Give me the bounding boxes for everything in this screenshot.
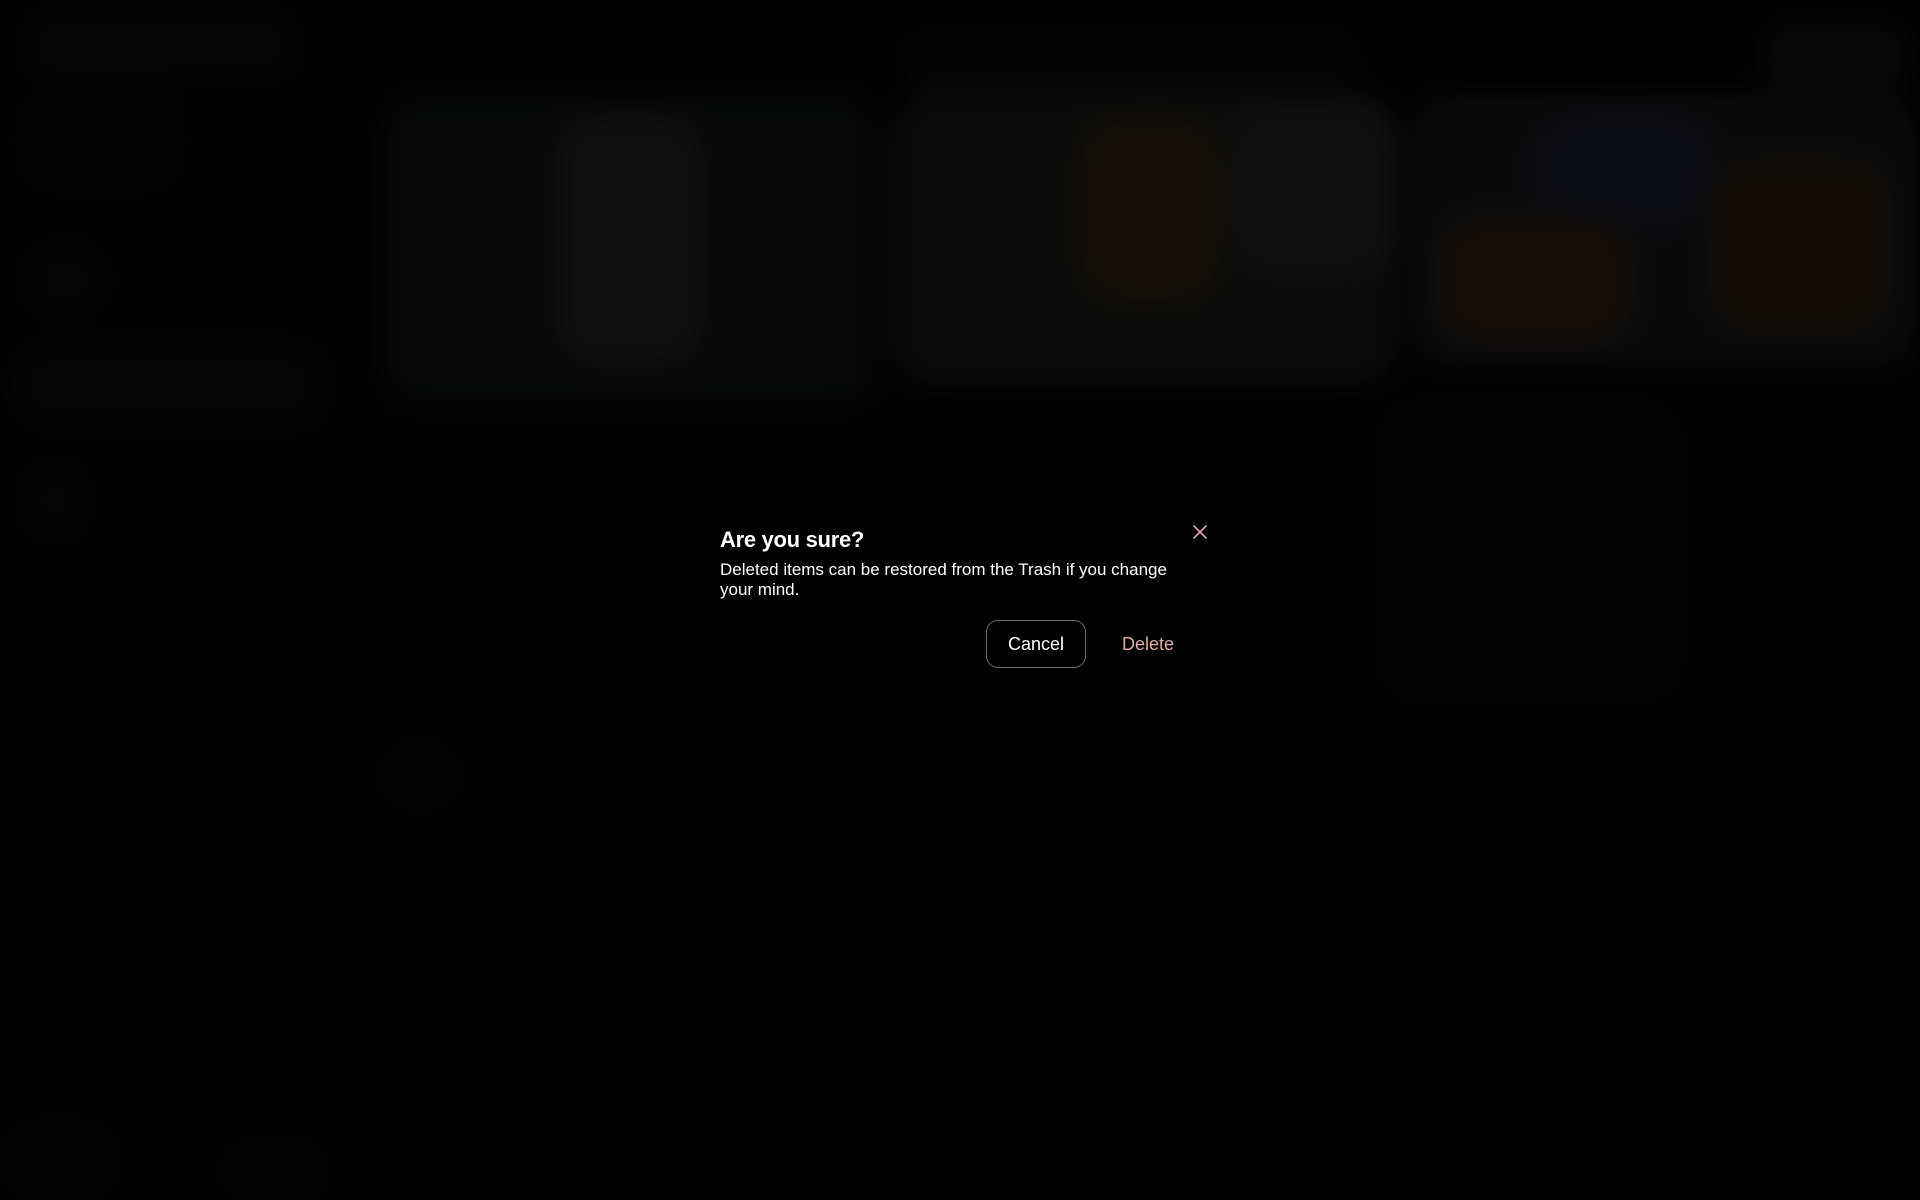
cancel-button[interactable]: Cancel bbox=[986, 620, 1086, 668]
dialog-message: Deleted items can be restored from the T… bbox=[720, 560, 1167, 599]
dialog-title: Are you sure? bbox=[720, 527, 865, 552]
delete-button[interactable]: Delete bbox=[1100, 620, 1196, 668]
close-button[interactable] bbox=[1188, 520, 1212, 544]
close-icon bbox=[1193, 525, 1207, 539]
confirm-delete-dialog: Are you sure? Deleted items can be resto… bbox=[700, 510, 1220, 680]
